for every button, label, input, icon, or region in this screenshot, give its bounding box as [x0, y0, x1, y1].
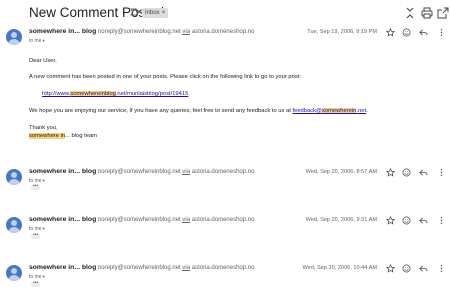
more-options-icon[interactable] — [437, 168, 446, 177]
expand-details-icon[interactable]: ▾ — [43, 178, 45, 183]
message-collapsed[interactable]: somewhere in... blog noreply@somewherein… — [0, 213, 450, 253]
via-label[interactable]: via — [182, 217, 190, 223]
sender-email: noreply@somewhereinblog.net — [97, 217, 181, 223]
sender-avatar[interactable] — [6, 169, 22, 185]
email-signoff: somewhere in... blog team — [29, 133, 97, 139]
via-domain: astoria.domeneshop.no — [191, 169, 255, 175]
open-in-new-window-icon[interactable] — [437, 7, 449, 19]
sender-email: noreply@somewhereinblog.net — [97, 265, 181, 271]
expand-details-icon[interactable]: ▾ — [43, 274, 45, 279]
expand-details-icon[interactable]: ▾ — [43, 38, 45, 43]
important-label-icon[interactable] — [130, 8, 140, 16]
show-trimmed-content-button[interactable]: ••• — [31, 233, 40, 239]
via-label[interactable]: via — [182, 265, 190, 271]
message-date[interactable]: Wed, Sep 20, 2006, 8:57 AM — [306, 169, 377, 175]
sender-line: somewhere in... blog noreply@somewherein… — [29, 168, 254, 175]
sender-line: somewhere in... blog noreply@somewherein… — [29, 28, 254, 35]
via-label[interactable]: via — [182, 29, 190, 35]
reply-icon[interactable] — [419, 264, 428, 273]
subject-bar: New Comment Posted Inbox × — [0, 0, 450, 26]
more-options-icon[interactable] — [437, 28, 446, 37]
collapse-all-icon[interactable] — [404, 7, 416, 19]
star-icon[interactable] — [386, 264, 395, 273]
sender-name[interactable]: somewhere in... blog — [29, 28, 96, 35]
emoji-reaction-icon[interactable] — [402, 216, 411, 225]
recipient-details[interactable]: to me▾ — [29, 38, 45, 44]
email-greeting: Dear User, — [29, 58, 57, 64]
message-date[interactable]: Wed, Sep 20, 2006, 10:44 AM — [302, 265, 377, 271]
recipient-label: to me — [29, 38, 42, 44]
message-collapsed[interactable]: somewhere in... blog noreply@somewherein… — [0, 165, 450, 205]
inbox-label-text: Inbox — [145, 10, 160, 16]
print-icon[interactable] — [421, 7, 433, 19]
emoji-reaction-icon[interactable] — [402, 168, 411, 177]
message-date[interactable]: Tue, Sep 19, 2006, 9:19 PM — [307, 29, 377, 35]
sender-name[interactable]: somewhere in... blog — [29, 264, 96, 271]
message-collapsed[interactable]: somewhere in... blog noreply@somewherein… — [0, 262, 450, 294]
email-thanks: Thank you, — [29, 125, 58, 131]
reply-icon[interactable] — [419, 28, 428, 37]
more-options-icon[interactable] — [437, 216, 446, 225]
sender-name[interactable]: somewhere in... blog — [29, 216, 96, 223]
star-icon[interactable] — [386, 28, 395, 37]
remove-label-icon[interactable]: × — [162, 10, 166, 16]
sender-avatar[interactable] — [6, 217, 22, 233]
feedback-email-link[interactable]: feedback@somewherein.net — [293, 108, 366, 114]
star-icon[interactable] — [386, 216, 395, 225]
emoji-reaction-icon[interactable] — [402, 264, 411, 273]
star-icon[interactable] — [386, 168, 395, 177]
sender-line: somewhere in... blog noreply@somewherein… — [29, 216, 254, 223]
reply-icon[interactable] — [419, 216, 428, 225]
expand-details-icon[interactable]: ▾ — [43, 226, 45, 231]
post-link[interactable]: http://www.somewhereinblog.net/munlaisbl… — [42, 91, 188, 97]
email-intro: A new comment has been posted in one of … — [29, 74, 301, 80]
via-label[interactable]: via — [182, 169, 190, 175]
message-date[interactable]: Wed, Sep 20, 2006, 9:31 AM — [306, 217, 377, 223]
email-feedback-text: We hope you are enjoying our service, If… — [29, 108, 368, 114]
sender-name[interactable]: somewhere in... blog — [29, 168, 96, 175]
reply-icon[interactable] — [419, 168, 428, 177]
sender-line: somewhere in... blog noreply@somewherein… — [29, 264, 254, 271]
sender-avatar[interactable] — [6, 29, 22, 45]
sender-email: noreply@somewhereinblog.net — [97, 29, 181, 35]
via-domain: astoria.domeneshop.no — [191, 29, 255, 35]
sender-email: noreply@somewhereinblog.net — [97, 169, 181, 175]
sender-avatar[interactable] — [6, 265, 22, 281]
via-domain: astoria.domeneshop.no — [191, 217, 255, 223]
show-trimmed-content-button[interactable]: ••• — [31, 184, 40, 190]
via-domain: astoria.domeneshop.no — [191, 265, 255, 271]
more-options-icon[interactable] — [437, 264, 446, 273]
show-trimmed-content-button[interactable]: ••• — [31, 281, 40, 287]
message-expanded: somewhere in... blog noreply@somewherein… — [0, 26, 450, 156]
emoji-reaction-icon[interactable] — [402, 28, 411, 37]
inbox-label-chip[interactable]: Inbox × — [142, 8, 169, 18]
